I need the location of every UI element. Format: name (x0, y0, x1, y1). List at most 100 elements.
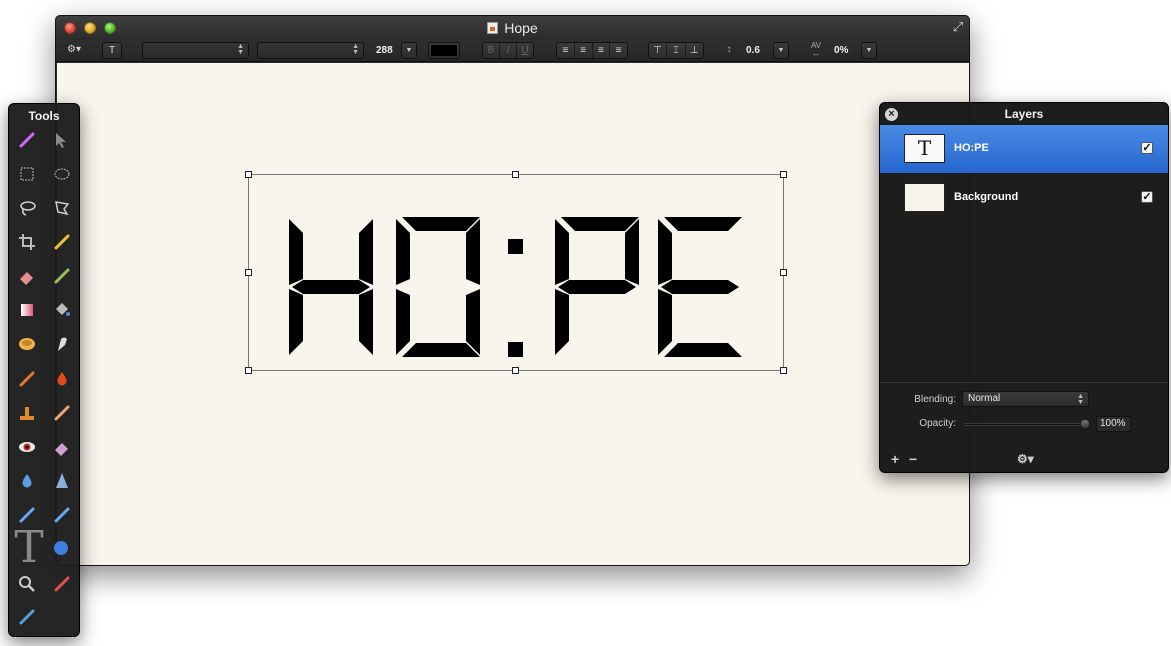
opacity-slider-knob[interactable] (1080, 419, 1090, 429)
add-layer-button[interactable]: + (891, 452, 899, 466)
layer-actions-gear-icon[interactable]: ⚙▾ (1017, 452, 1034, 466)
layer-row-background[interactable]: Background ✓ (880, 174, 1168, 222)
eraser2-icon[interactable] (49, 434, 75, 460)
eraser-icon[interactable] (14, 263, 40, 289)
ellipse-select-icon[interactable] (49, 161, 75, 187)
tracking-dropdown[interactable]: ▼ (861, 42, 877, 59)
tools-title: Tools (28, 109, 60, 123)
resize-handle[interactable] (512, 367, 519, 374)
alignment-segment: ≡ ≡ ≡ ≡ (556, 42, 628, 59)
document-canvas[interactable] (57, 63, 969, 565)
layer-row-hope[interactable]: T HO:PE ✓ (880, 125, 1168, 173)
color-swatch-icon[interactable] (14, 604, 40, 630)
layer-thumbnail-text: T (904, 134, 945, 163)
crop-icon[interactable] (14, 229, 40, 255)
tracking-icon-label: AV (810, 41, 822, 50)
tracking-icon: AV ↔ (810, 41, 822, 58)
window-title: Hope (504, 20, 538, 36)
layer-name: Background (954, 191, 1019, 203)
sharpen-icon[interactable] (49, 468, 75, 494)
vertical-align-segment: ⊤ ⌶ ⊥ (648, 42, 704, 59)
layer-thumbnail-background (904, 183, 945, 212)
text-tool-button[interactable]: T (102, 42, 122, 59)
magic-wand-icon[interactable] (14, 127, 40, 153)
align-center-icon[interactable]: ≡ (575, 43, 593, 58)
remove-layer-button[interactable]: − (909, 452, 917, 466)
smudge-icon[interactable] (49, 331, 75, 357)
shape-icon[interactable] (49, 536, 75, 562)
text-tool-large-icon[interactable]: T (11, 526, 47, 570)
text-tool-button-label: T (108, 45, 116, 56)
text-toolbar: ⚙▾ T ▲ ▼ ▲ ▼ 288 ▼ B I U ≡ ≡ ≡ ≡ ⊤ ⌶ ⊥ ↕… (56, 40, 969, 62)
dodge-icon[interactable] (49, 366, 75, 392)
italic-button[interactable]: I (500, 43, 517, 58)
window-title-wrap: Hope (56, 20, 969, 36)
visibility-checkbox[interactable]: ✓ (1141, 191, 1153, 203)
stepper-icon: ▲ ▼ (1077, 393, 1084, 406)
blur-icon[interactable] (14, 468, 40, 494)
align-bottom-icon[interactable]: ⊥ (686, 43, 703, 58)
align-left-icon[interactable]: ≡ (557, 43, 575, 58)
layers-title: Layers (1004, 107, 1044, 121)
opacity-field[interactable]: 100% (1096, 416, 1131, 432)
font-size-dropdown[interactable]: ▼ (401, 42, 417, 59)
resize-handle[interactable] (245, 269, 252, 276)
resize-handle[interactable] (512, 171, 519, 178)
fullscreen-icon[interactable]: ⤢ (951, 20, 965, 34)
text-style-segment: B I U (482, 42, 534, 59)
visibility-checkbox[interactable]: ✓ (1141, 142, 1153, 154)
move-icon[interactable] (49, 127, 75, 153)
clone-stamp-icon[interactable] (14, 400, 40, 426)
font-family-select[interactable]: ▲ ▼ (142, 42, 249, 59)
align-middle-icon[interactable]: ⌶ (667, 43, 686, 58)
rect-select-icon[interactable] (14, 161, 40, 187)
title-bar[interactable]: Hope ⤢ (56, 16, 969, 40)
lasso-icon[interactable] (14, 195, 40, 221)
underline-button[interactable]: U (517, 43, 533, 58)
line-spacing-icon: ↕ (726, 44, 732, 55)
document-window: Hope ⤢ ⚙▾ T ▲▼ ▲▼ 288 ▼ B I U ≡ ≡ ≡ ≡ (55, 15, 970, 566)
divider (880, 382, 1168, 383)
freeform-pen-icon[interactable] (49, 502, 75, 528)
resize-handle[interactable] (780, 367, 787, 374)
gradient-icon[interactable] (14, 297, 40, 323)
burn-icon[interactable] (14, 366, 40, 392)
resize-handle[interactable] (245, 367, 252, 374)
resize-handle[interactable] (245, 171, 252, 178)
resize-handle[interactable] (780, 171, 787, 178)
align-right-icon[interactable]: ≡ (593, 43, 611, 58)
sponge-icon[interactable] (14, 331, 40, 357)
paint-bucket-icon[interactable] (49, 297, 75, 323)
blending-label: Blending: (914, 394, 956, 405)
layers-footer: + − ⚙▾ (880, 448, 1168, 472)
blending-value: Normal (968, 393, 1001, 404)
zoom-icon[interactable] (14, 571, 40, 597)
font-size-value[interactable]: 288 (376, 42, 393, 59)
pencil-icon[interactable] (49, 229, 75, 255)
gear-menu-icon[interactable]: ⚙▾ (63, 42, 85, 59)
layer-name: HO:PE (954, 142, 989, 154)
color-picker-icon[interactable] (49, 571, 75, 597)
polygon-lasso-icon[interactable] (49, 195, 75, 221)
document-icon (487, 22, 499, 34)
layers-panel: × Layers T HO:PE ✓ Background ✓ Blending… (879, 102, 1169, 473)
tracking-value[interactable]: 0% (834, 42, 848, 59)
align-justify-icon[interactable]: ≡ (610, 43, 627, 58)
bandage-icon[interactable] (49, 400, 75, 426)
line-spacing-value[interactable]: 0.6 (746, 42, 760, 59)
align-top-icon[interactable]: ⊤ (649, 43, 668, 58)
resize-handle[interactable] (780, 269, 787, 276)
blending-select[interactable]: Normal ▲ ▼ (962, 391, 1089, 407)
selection-bounding-box (248, 174, 784, 371)
red-eye-icon[interactable] (14, 434, 40, 460)
bold-button[interactable]: B (483, 43, 500, 58)
screen: Hope ⤢ ⚙▾ T ▲▼ ▲▼ 288 ▼ B I U ≡ ≡ ≡ ≡ (0, 0, 1171, 646)
line-spacing-dropdown[interactable]: ▼ (773, 42, 789, 59)
opacity-label: Opacity: (919, 418, 956, 429)
font-style-select[interactable]: ▲ ▼ (257, 42, 364, 59)
text-color-swatch (431, 45, 457, 56)
opacity-slider-track[interactable] (964, 423, 1087, 426)
brush-icon[interactable] (49, 263, 75, 289)
stepper-icon: ▲ ▼ (237, 43, 244, 56)
text-color-well[interactable] (428, 42, 460, 59)
